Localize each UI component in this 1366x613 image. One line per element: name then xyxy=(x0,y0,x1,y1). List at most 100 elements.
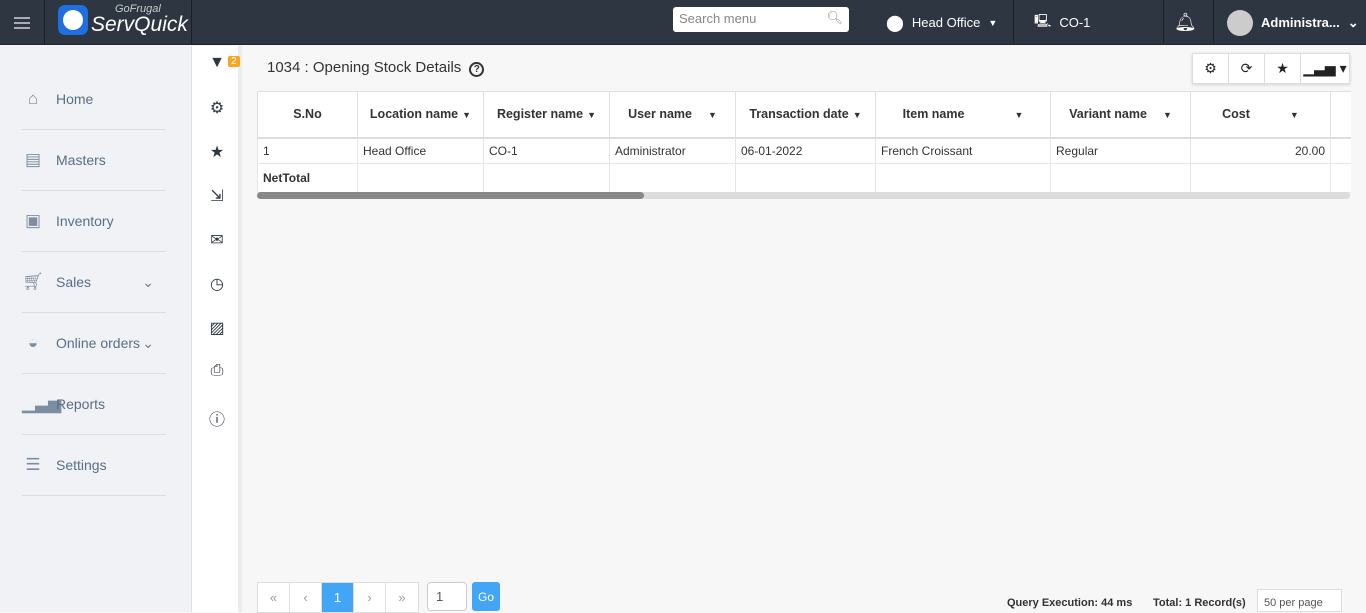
column-header[interactable]: S.No xyxy=(257,91,358,139)
cell: CO-1 xyxy=(483,137,610,164)
report-toolbar: ⚙ ⟳ ★ ▁▃▅ ▾ xyxy=(1192,53,1350,84)
column-header[interactable]: Variant name ▼ xyxy=(1050,91,1191,139)
horizontal-scrollbar[interactable] xyxy=(257,192,1350,199)
user-name: Administra... xyxy=(1261,15,1340,30)
sort-caret-icon[interactable]: ▼ xyxy=(708,110,717,120)
header-filler xyxy=(1330,91,1351,139)
brand-name: ServQuick xyxy=(91,13,188,36)
sidebar-item-label: Sales xyxy=(56,274,92,290)
print-icon[interactable]: ⎙ xyxy=(192,362,242,380)
schedule-icon[interactable]: ▨ xyxy=(192,318,242,338)
register-selector[interactable]: 🖳︎ CO-1 xyxy=(1034,0,1090,45)
home-icon: ⌂ xyxy=(27,89,39,108)
favorite-star-icon[interactable]: ★ xyxy=(1265,54,1301,83)
menu-toggle-icon[interactable] xyxy=(0,0,45,45)
user-menu[interactable]: Administra... ⌄ xyxy=(1227,0,1359,45)
page-title-text: 1034 : Opening Stock Details xyxy=(267,59,462,76)
next-page-button[interactable]: › xyxy=(354,583,386,612)
mail-icon[interactable]: ✉ xyxy=(192,230,242,250)
table-row[interactable]: 1 Head Office CO-1 Administrator 06-01-2… xyxy=(257,137,1351,164)
servquick-logo-icon xyxy=(58,5,88,35)
sidebar-item-online-orders[interactable]: ◒ Online orders ⌄ xyxy=(22,313,166,374)
scrollbar-thumb[interactable] xyxy=(257,192,644,199)
first-page-button[interactable]: « xyxy=(258,583,290,612)
sidebar-item-reports[interactable]: ▁▃▅ Reports xyxy=(22,374,166,435)
logo[interactable]: GoFrugal ServQuick xyxy=(45,0,192,45)
clock-icon[interactable]: ◷ xyxy=(192,274,242,294)
sidebar-item-sales[interactable]: 🛒︎ Sales ⌄ xyxy=(22,252,166,313)
star-icon[interactable]: ★ xyxy=(192,142,242,162)
cell: 06-01-2022 xyxy=(735,137,876,164)
sort-caret-icon[interactable]: ▼ xyxy=(1163,110,1172,120)
chevron-down-icon: ⌄ xyxy=(142,334,154,351)
sidebar-item-label: Settings xyxy=(56,457,107,473)
sort-caret-icon[interactable]: ▼ xyxy=(853,110,862,120)
cell xyxy=(1330,137,1351,164)
net-total-row: NetTotal xyxy=(257,163,1351,193)
sidebar-item-settings[interactable]: ☰ Settings xyxy=(22,435,166,496)
page-title: 1034 : Opening Stock Details? xyxy=(267,59,485,77)
sidebar-item-label: Masters xyxy=(56,152,106,168)
top-bar: GoFrugal ServQuick Search menu 🔍︎ ⬤︎ Head … xyxy=(0,0,1366,45)
bell-icon[interactable]: 🔔︎ xyxy=(1174,0,1197,45)
sidebar-item-inventory[interactable]: ▣ Inventory xyxy=(22,191,166,252)
sort-caret-icon[interactable]: ▼ xyxy=(587,110,596,120)
cell: Administrator xyxy=(609,137,736,164)
location-dropdown[interactable]: ⬤︎ Head Office ▼ xyxy=(886,0,997,45)
help-icon[interactable]: ? xyxy=(469,62,485,77)
cell: Regular xyxy=(1050,137,1191,164)
refresh-icon[interactable]: ⟳ xyxy=(1229,54,1265,83)
tool-column: ▼ 2 ⚙ ★ ⇲ ✉ ◷ ▨ ⎙ ⓘ xyxy=(192,46,242,612)
cell: 1 xyxy=(257,137,358,164)
chart-dropdown-icon[interactable]: ▁▃▅ ▾ xyxy=(1301,54,1349,83)
chevron-down-icon: ⌄ xyxy=(1347,14,1359,30)
search-placeholder: Search menu xyxy=(679,11,757,26)
sidebar: ⌂ Home ▤ Masters ▣ Inventory 🛒︎ Sales ⌄ ◒ Onli… xyxy=(0,46,192,612)
per-page-select[interactable]: 50 per page xyxy=(1257,589,1342,612)
sort-caret-icon[interactable]: ▼ xyxy=(1014,110,1023,120)
register-label: CO-1 xyxy=(1059,15,1091,30)
settings-icon: ☰ xyxy=(25,455,41,474)
caret-down-icon: ▼ xyxy=(988,17,998,28)
query-execution: Query Execution: 44 ms xyxy=(1007,597,1133,609)
column-header[interactable]: Location name ▼ xyxy=(357,91,484,139)
prev-page-button[interactable]: ‹ xyxy=(290,583,322,612)
search-input[interactable]: Search menu 🔍︎ xyxy=(673,7,849,32)
chevron-down-icon: ⌄ xyxy=(142,273,154,290)
page-1-button[interactable]: 1 xyxy=(322,583,354,612)
avatar xyxy=(1227,9,1253,36)
help-icon[interactable]: ⓘ xyxy=(192,406,242,430)
sidebar-item-label: Reports xyxy=(56,396,106,412)
inventory-icon: ▣ xyxy=(24,211,42,230)
gear-icon[interactable]: ⚙ xyxy=(192,98,242,118)
filter-badge: 2 xyxy=(228,56,240,67)
net-total-label: NetTotal xyxy=(257,163,358,193)
table-header-row: S.No Location name ▼ Register name ▼ User … xyxy=(257,91,1351,139)
location-pin-icon: ⬤︎ xyxy=(886,14,904,32)
column-header[interactable]: Item name ▼ xyxy=(875,91,1051,139)
sidebar-item-masters[interactable]: ▤ Masters xyxy=(22,130,166,191)
export-icon[interactable]: ⇲ xyxy=(192,186,242,206)
column-header[interactable]: Transaction date ▼ xyxy=(735,91,876,139)
masters-icon: ▤ xyxy=(24,150,42,169)
location-label: Head Office xyxy=(911,15,981,30)
reports-icon: ▁▃▅ xyxy=(22,394,62,413)
column-header[interactable]: Register name ▼ xyxy=(483,91,610,139)
online-orders-icon: ◒ xyxy=(27,333,39,352)
cell: French Croissant xyxy=(875,137,1051,164)
page-number-input[interactable]: 1 xyxy=(427,582,467,611)
column-header[interactable]: Cost ▼ xyxy=(1190,91,1331,139)
cart-icon: 🛒︎ xyxy=(22,272,44,291)
column-settings-icon[interactable]: ⚙ xyxy=(1193,54,1229,83)
cell: Head Office xyxy=(357,137,484,164)
sidebar-item-home[interactable]: ⌂ Home xyxy=(22,69,166,130)
search-icon: 🔍︎ xyxy=(826,10,843,25)
cell: 20.00 xyxy=(1190,137,1331,164)
sort-caret-icon[interactable]: ▼ xyxy=(1290,110,1299,120)
last-page-button[interactable]: » xyxy=(386,583,418,612)
sidebar-item-label: Home xyxy=(56,91,94,107)
column-header[interactable]: User name ▼ xyxy=(609,91,736,139)
total-records: Total: 1 Record(s) xyxy=(1153,597,1246,609)
go-button[interactable]: Go xyxy=(472,582,500,611)
sort-caret-icon[interactable]: ▼ xyxy=(462,110,471,120)
